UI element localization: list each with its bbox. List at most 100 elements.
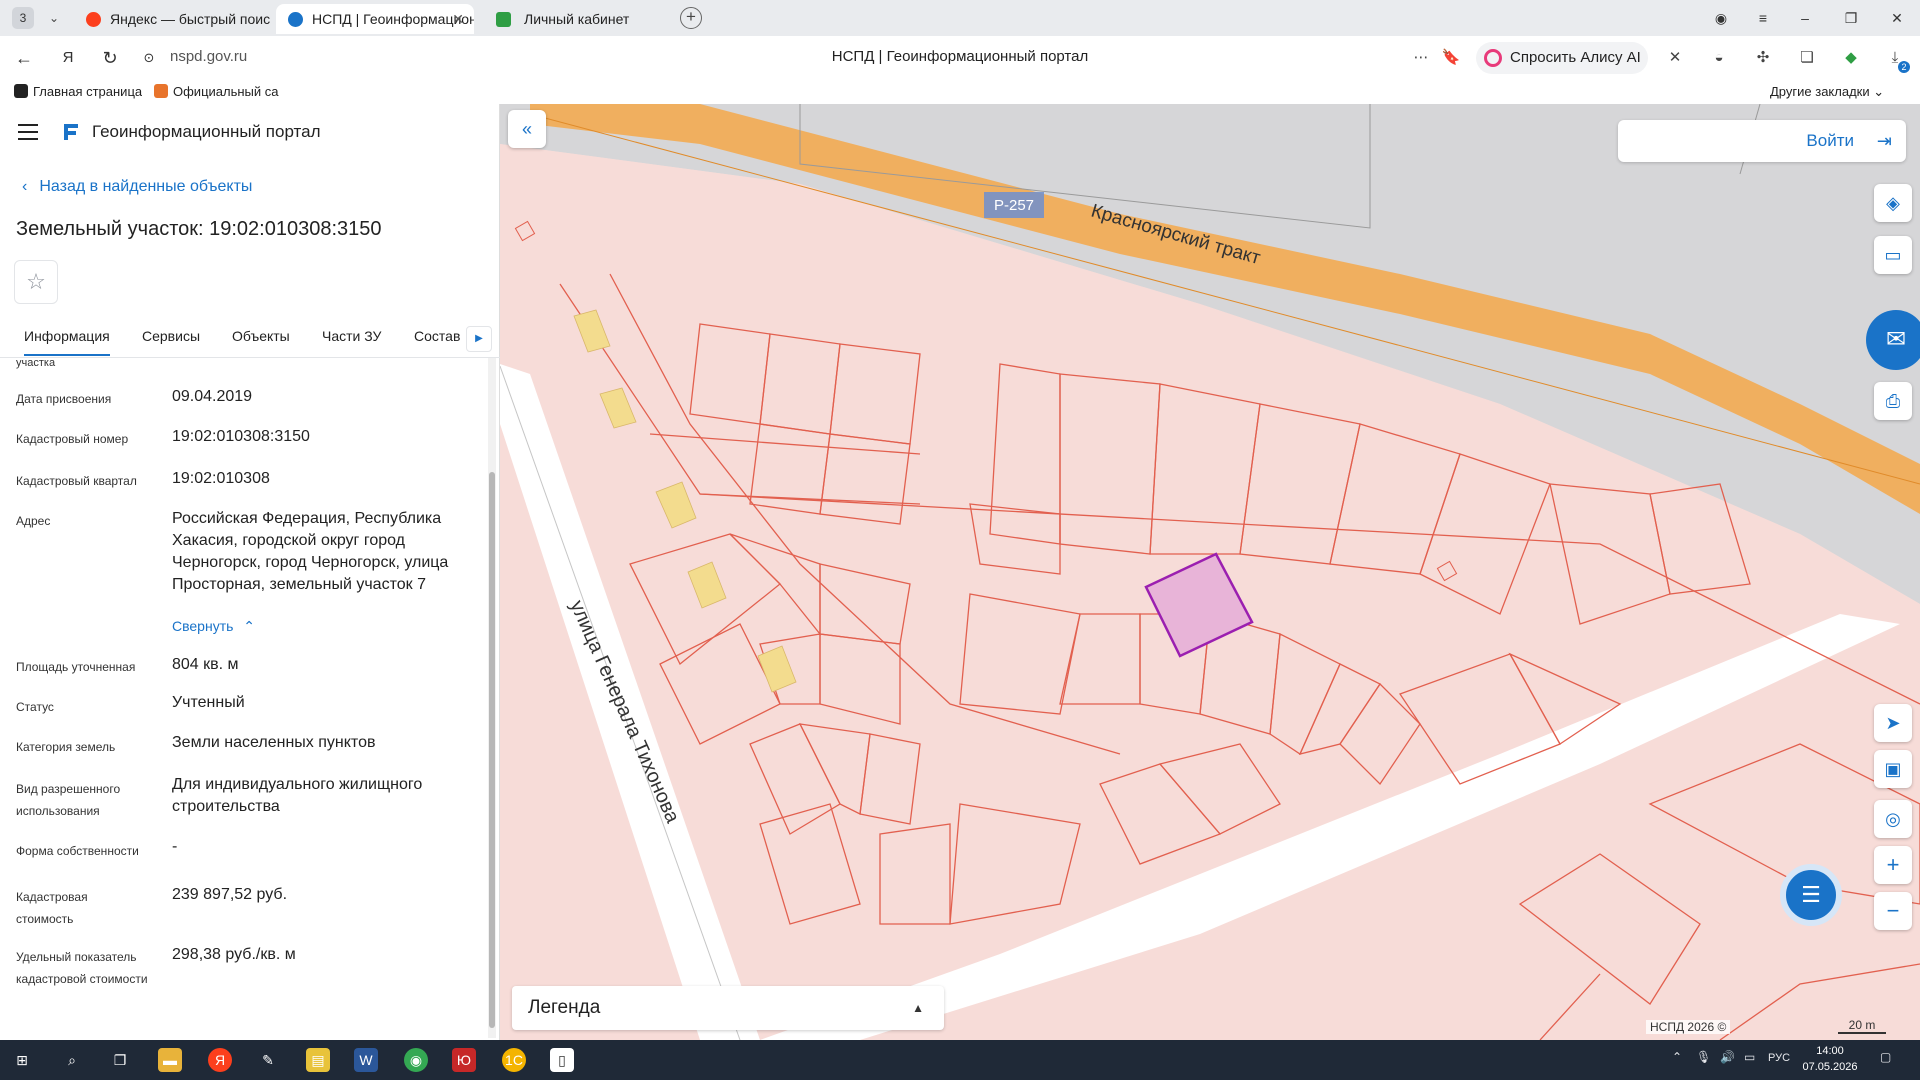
legend-toggle[interactable]: Легенда ▲	[512, 986, 944, 1030]
menu-icon[interactable]: ≡	[1748, 6, 1778, 30]
back-arrow-icon[interactable]: ←	[12, 46, 36, 70]
feedback-fab[interactable]: ✉	[1866, 310, 1920, 370]
cabinet-favicon-icon	[496, 12, 511, 27]
sticky-notes-icon[interactable]: ▤	[306, 1048, 330, 1072]
chevron-down-icon: ⌄	[1873, 84, 1885, 99]
extension-k-icon[interactable]: ✕	[1664, 47, 1686, 69]
site-info-icon[interactable]: ⊙	[140, 46, 158, 70]
volume-icon[interactable]: 🔊	[1720, 1050, 1735, 1064]
search-location-button[interactable]: ◎	[1874, 800, 1912, 838]
extension-shield-icon[interactable]: ◒	[1708, 47, 1730, 69]
reload-icon[interactable]: ↻	[98, 46, 122, 70]
map-view[interactable]: Р-257 Красноярский тракт улица Генерала …	[500, 104, 1920, 1040]
extension-green-icon[interactable]: ◆	[1840, 47, 1862, 69]
ruler-button[interactable]: ▭	[1874, 236, 1912, 274]
tab-services[interactable]: Сервисы	[142, 328, 200, 344]
info-tabs: Информация Сервисы Объекты Части ЗУ Сост…	[0, 316, 500, 358]
tab-objects[interactable]: Объекты	[232, 328, 290, 344]
tab-label: Яндекс — быстрый поиск	[110, 11, 270, 27]
tab-cabinet[interactable]: Личный кабинет	[480, 4, 670, 34]
close-tab-icon[interactable]: ✕	[452, 4, 464, 34]
minimize-icon[interactable]: –	[1790, 6, 1820, 30]
more-dots-icon[interactable]: ⋯	[1410, 47, 1432, 69]
bookmark-home[interactable]: Главная страница	[14, 83, 142, 101]
back-to-results-link[interactable]: ‹ Назад в найденные объекты	[22, 178, 252, 196]
yandex-browser-icon[interactable]: Я	[208, 1048, 232, 1072]
microphone-icon[interactable]: 🎙	[1696, 1050, 1711, 1064]
portal-name: Геоинформационный портал	[92, 122, 321, 141]
geolocation-button[interactable]: ➤	[1874, 704, 1912, 742]
property-label: Кадастровый номер	[16, 432, 129, 446]
address-bar: ← Я ↻ ⊙ nspd.gov.ru НСПД | Геоинформацио…	[0, 36, 1920, 80]
file-explorer-icon[interactable]: ▬	[158, 1048, 182, 1072]
chat-assistant-fab[interactable]: ☰	[1780, 864, 1842, 926]
extensions-puzzle-icon[interactable]: ✣	[1752, 47, 1774, 69]
ask-alice-button[interactable]: Спросить Алису AI	[1476, 42, 1648, 74]
tab-counter[interactable]: 3	[12, 7, 34, 29]
selected-parcel[interactable]	[1144, 552, 1254, 658]
downloads-badge: 2	[1898, 61, 1910, 73]
document-icon[interactable]: ▯	[550, 1048, 574, 1072]
word-icon[interactable]: W	[354, 1048, 378, 1072]
properties-list: участка Дата присвоения 09.04.2019 Кадас…	[0, 358, 490, 1038]
tab-composition[interactable]: Состав	[414, 328, 460, 344]
new-tab-button[interactable]: +	[680, 7, 702, 29]
panel-scroll-thumb[interactable]	[489, 472, 495, 1028]
property-value: 19:02:010308	[172, 470, 270, 487]
bookmark-official[interactable]: Официальный са	[154, 83, 280, 101]
other-bookmarks-label: Другие закладки	[1770, 84, 1870, 99]
tab-parts[interactable]: Части ЗУ	[322, 328, 381, 344]
navigation-arrow-icon: ➤	[1885, 713, 1901, 733]
downloads-icon[interactable]: ⤓ 2	[1884, 47, 1910, 73]
zoom-out-button[interactable]: −	[1874, 892, 1912, 930]
collapse-address-link[interactable]: Свернуть ⌃	[172, 618, 255, 635]
property-value: 239 897,52 руб.	[172, 886, 288, 903]
task-view-icon[interactable]: ❐	[108, 1048, 132, 1072]
bookmarks-bar: Главная страница Официальный са Другие з…	[0, 80, 1920, 104]
notifications-icon[interactable]: ▢	[1880, 1050, 1891, 1064]
map-canvas[interactable]: Р-257 Красноярский тракт улица Генерала …	[500, 104, 1920, 1040]
restore-icon[interactable]: ❐	[1836, 6, 1866, 30]
chrome-icon[interactable]: ◉	[404, 1048, 428, 1072]
login-button[interactable]: Войти ⇥	[1618, 120, 1906, 162]
bookmark-icon[interactable]: 🔖	[1440, 47, 1462, 69]
collapse-panel-button[interactable]: «	[508, 110, 546, 148]
pen-app-icon[interactable]: ✎	[256, 1048, 280, 1072]
minimap-button[interactable]: ▣	[1874, 750, 1912, 788]
building	[655, 481, 697, 529]
browser-tab-bar: 3 ⌄ Яндекс — быстрый поиск НСПД | Геоинф…	[0, 0, 1920, 36]
tab-list-chevron-icon[interactable]: ⌄	[44, 8, 64, 28]
tab-label: НСПД | Геоинформационный портал	[312, 11, 474, 27]
print-button[interactable]: ⎙	[1874, 382, 1912, 420]
layers-button[interactable]: ◈	[1874, 184, 1912, 222]
tabs-scroll-right-button[interactable]: ▶	[466, 326, 492, 352]
property-label: Статус	[16, 700, 54, 714]
clock[interactable]: 14:00 07.05.2026	[1800, 1043, 1860, 1075]
tab-nspd[interactable]: НСПД | Геоинформационный портал ✕	[276, 4, 474, 34]
map-scale: 20 m	[1838, 1018, 1886, 1034]
property-value: -	[172, 838, 178, 855]
url-text[interactable]: nspd.gov.ru	[170, 44, 247, 70]
tab-yandex[interactable]: Яндекс — быстрый поиск	[74, 4, 270, 34]
collections-icon[interactable]: ❏	[1796, 47, 1818, 69]
zoom-in-button[interactable]: +	[1874, 846, 1912, 884]
hamburger-menu-icon[interactable]	[18, 124, 38, 140]
search-icon[interactable]: ⌕	[60, 1048, 84, 1072]
network-icon[interactable]: ▭	[1744, 1050, 1755, 1064]
consultant-icon[interactable]: Ю	[452, 1048, 476, 1072]
clock-time: 14:00	[1816, 1045, 1844, 1057]
one-c-icon[interactable]: 1С	[502, 1048, 526, 1072]
property-label: Кадастровый квартал	[16, 474, 137, 488]
profile-icon[interactable]: ◉	[1706, 6, 1736, 30]
close-window-icon[interactable]: ✕	[1882, 6, 1912, 30]
property-label-cut: участка	[16, 358, 56, 369]
windows-start-icon[interactable]: ⊞	[10, 1048, 34, 1072]
language-indicator[interactable]: РУС	[1768, 1052, 1790, 1064]
yandex-home-icon[interactable]: Я	[56, 46, 80, 70]
map-attribution: НСПД 2026 ©	[1646, 1020, 1731, 1034]
tray-chevron-icon[interactable]: ⌃	[1672, 1050, 1682, 1064]
windows-taskbar: ⊞ ⌕ ❐ ▬ Я ✎ ▤ W ◉ Ю 1С ▯ ⌃ 🎙 🔊 ▭ РУС 14:…	[0, 1040, 1920, 1080]
other-bookmarks[interactable]: Другие закладки ⌄	[1770, 83, 1884, 101]
favorite-star-button[interactable]: ☆	[14, 260, 58, 304]
tab-information[interactable]: Информация	[24, 328, 110, 356]
